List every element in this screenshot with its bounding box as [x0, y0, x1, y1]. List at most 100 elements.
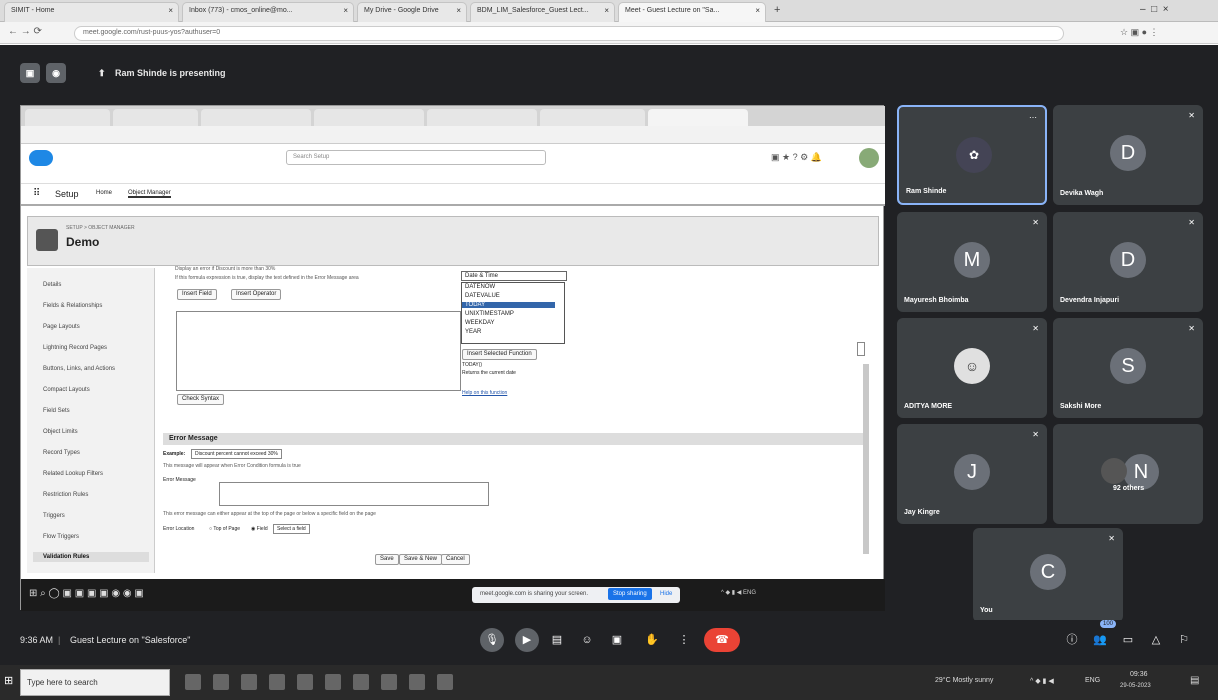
taskbar-search-input[interactable]: Type here to search [20, 669, 170, 696]
location-hint: This error message can either appear at … [163, 511, 376, 517]
taskbar-app-icon[interactable] [241, 674, 257, 690]
tab-label: BDM_LIM_Salesforce_Guest Lect... [477, 7, 589, 14]
participant-tile[interactable]: ☺ ✕ ADITYA MORE [897, 318, 1047, 418]
notification-icon[interactable]: ▤ [1190, 675, 1199, 686]
windows-taskbar: ⊞ Type here to search 29°C Mostly sunny … [0, 665, 1218, 700]
nav-buttons[interactable]: ← → ⟳ [8, 26, 42, 37]
close-icon[interactable]: × [755, 6, 760, 15]
toolbar-icons[interactable]: ☆ ▣ ● ⋮ [1120, 27, 1159, 38]
language-indicator[interactable]: ENG [1085, 677, 1100, 684]
close-icon[interactable]: × [456, 6, 461, 15]
taskbar-app-icon[interactable] [325, 674, 341, 690]
mic-icon[interactable]: 🎙 [480, 628, 504, 652]
error-message-textarea [219, 482, 489, 506]
left-nav-item: Page Layouts [43, 324, 80, 330]
left-nav-item: Details [43, 282, 62, 288]
taskbar-app-icon[interactable] [269, 674, 285, 690]
people-count-badge: 100 [1100, 620, 1117, 628]
emoji-icon[interactable]: ☺ [575, 628, 599, 652]
taskbar-app-icon[interactable] [381, 674, 397, 690]
left-nav-item: Fields & Relationships [43, 303, 103, 309]
close-icon[interactable]: × [343, 6, 348, 15]
browser-tab[interactable]: My Drive - Google Drive × [357, 2, 467, 22]
taskbar-app-icon[interactable] [213, 674, 229, 690]
left-nav-item: Field Sets [43, 408, 70, 414]
participant-tile-others[interactable]: N 92 others [1053, 424, 1203, 524]
people-icon[interactable]: 👥 [1088, 628, 1112, 652]
new-tab-icon[interactable]: + [774, 4, 780, 16]
present-icon[interactable]: ▣ [605, 628, 629, 652]
participant-tile[interactable]: J ✕ Jay Kingre [897, 424, 1047, 524]
share-message: meet.google.com is sharing your screen. [480, 591, 589, 597]
taskbar-app-icon[interactable] [297, 674, 313, 690]
participant-tile-presenter[interactable]: ✿ ⋯ Ram Shinde [897, 105, 1047, 205]
url-input[interactable]: meet.google.com/rust-puus-yos?authuser=0 [74, 26, 1064, 41]
participant-name: Mayuresh Bhoimba [904, 297, 969, 304]
close-icon[interactable]: × [604, 6, 609, 15]
field-radio: ◉ Field [251, 526, 268, 532]
close-icon[interactable]: × [168, 6, 173, 15]
cancel-button: Cancel [441, 554, 470, 565]
inner-tab [540, 109, 645, 126]
raise-hand-icon[interactable]: ✋ [640, 628, 664, 652]
tray-icons[interactable]: ^ ◆ ▮ ◀ [1030, 677, 1054, 685]
insert-operator-button: Insert Operator [231, 289, 282, 300]
function-item: DATENOW [465, 284, 496, 290]
info-icon[interactable]: ⓘ [1060, 628, 1084, 652]
browser-tab[interactable]: Inbox (773) - cmos_online@mo... × [182, 2, 354, 22]
chat-icon[interactable]: ▭ [1116, 628, 1140, 652]
participant-tile[interactable]: D ✕ Devika Wagh [1053, 105, 1203, 205]
meeting-title: Guest Lecture on "Salesforce" [70, 635, 191, 645]
setup-label: Setup [55, 189, 79, 199]
camera-icon[interactable]: ▶ [515, 628, 539, 652]
mic-off-icon: ✕ [1188, 111, 1195, 120]
pin-icon[interactable]: ◉ [46, 63, 66, 83]
more-options-icon[interactable]: ⋮ [672, 628, 696, 652]
browser-tab[interactable]: SIMIT - Home × [4, 2, 179, 22]
formula-textarea [176, 311, 461, 391]
avatar: D [1110, 135, 1146, 171]
weather-widget[interactable]: 29°C Mostly sunny [935, 677, 993, 684]
participant-tile[interactable]: D ✕ Devendra Injapuri [1053, 212, 1203, 312]
insert-field-button: Insert Field [177, 289, 217, 300]
window-controls[interactable]: – □ × [1140, 4, 1169, 15]
formula-example: Display an error if Discount is more tha… [175, 266, 276, 272]
example-text: Discount percent cannot exceed 30% [191, 449, 282, 459]
more-options-icon[interactable]: ⋯ [1029, 113, 1037, 122]
activities-icon[interactable]: △ [1144, 628, 1168, 652]
avatar [859, 148, 879, 168]
mic-off-icon: ✕ [1032, 430, 1039, 439]
tab-label: SIMIT - Home [11, 7, 55, 14]
function-item: YEAR [465, 329, 482, 335]
avatar-stack-icon [1101, 458, 1127, 484]
participant-tile[interactable]: M ✕ Mayuresh Bhoimba [897, 212, 1047, 312]
function-item: DATEVALUE [465, 293, 500, 299]
error-hint: This message will appear when Error Cond… [163, 463, 301, 469]
windows-start-icon[interactable]: ⊞ [4, 674, 13, 687]
formula-hint: If this formula expression is true, disp… [175, 275, 359, 281]
function-item: WEEKDAY [465, 320, 495, 326]
tab-label: My Drive - Google Drive [364, 7, 439, 14]
stop-sharing-button: Stop sharing [608, 588, 652, 600]
header-icons: ▣ ★ ? ⚙ 🔔 [771, 152, 822, 162]
captions-icon[interactable]: ▤ [545, 628, 569, 652]
inner-tab [113, 109, 198, 126]
taskbar-app-icon[interactable] [409, 674, 425, 690]
taskbar-app-icon[interactable] [437, 674, 453, 690]
browser-tab[interactable]: BDM_LIM_Salesforce_Guest Lect... × [470, 2, 615, 22]
end-call-icon[interactable]: ☎ [704, 628, 740, 652]
taskbar-app-icon[interactable] [353, 674, 369, 690]
error-message-label: Error Message [163, 477, 196, 483]
self-tile[interactable]: C ✕ You [973, 528, 1123, 622]
host-controls-icon[interactable]: ⚐ [1172, 628, 1196, 652]
field-select: Select a field [273, 524, 310, 534]
layout-icon[interactable]: ▣ [20, 63, 40, 83]
object-title: Demo [66, 235, 100, 249]
left-nav-item: Triggers [43, 513, 65, 519]
setup-nav: ⠿ Setup Home Object Manager [21, 184, 885, 206]
browser-tab-active[interactable]: Meet - Guest Lecture on "Sa... × [618, 2, 766, 22]
participant-tile[interactable]: S ✕ Sakshi More [1053, 318, 1203, 418]
function-list: DATENOW DATEVALUE TODAY UNIXTIMESTAMP WE… [461, 282, 565, 344]
taskbar-app-icon[interactable] [185, 674, 201, 690]
clock-time: 09:36 [1130, 671, 1148, 678]
